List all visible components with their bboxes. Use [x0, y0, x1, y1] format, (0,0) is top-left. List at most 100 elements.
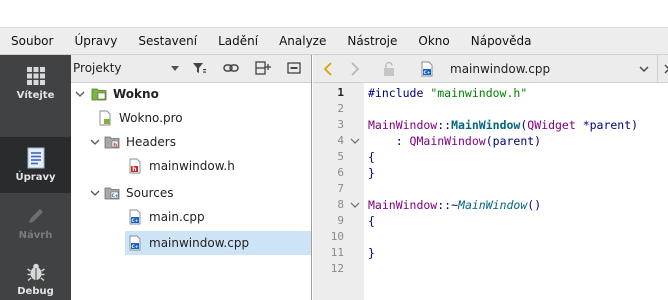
code-line-4: : QMainWindow(parent) [368, 133, 541, 149]
operator-token: :: [437, 118, 452, 132]
line-number: 6 [337, 166, 344, 179]
svg-text:h: h [113, 142, 117, 148]
code-editor[interactable]: 1 2 3 4 5 6 7 8 9 10 11 12 #include "mai… [313, 83, 668, 300]
title-bar [0, 0, 668, 28]
code-token: *parent) [575, 118, 639, 132]
menu-build[interactable]: Sestavení [127, 28, 207, 55]
svg-text:C+: C+ [112, 193, 119, 199]
headers-folder-icon: h [104, 134, 120, 150]
sources-folder-icon: C+ [104, 185, 120, 201]
tree-item-label: Sources [126, 186, 174, 200]
type-token: QWidget [527, 118, 576, 132]
chevron-left-icon [323, 62, 332, 76]
close-icon [664, 64, 668, 74]
mode-label: Úpravy [15, 172, 56, 183]
projects-toolbar: Projekty [71, 55, 311, 83]
line-number: 11 [330, 246, 344, 259]
code-line-8: MainWindow::~MainWindow() [368, 197, 541, 213]
line-number: 7 [337, 182, 344, 195]
chevron-down-icon [75, 91, 85, 97]
class-token: QMainWindow [409, 134, 486, 148]
view-selector-label: Projekty [73, 61, 122, 75]
forward-button[interactable] [350, 62, 360, 79]
tree-item-header-file[interactable]: h mainwindow.h [127, 154, 311, 178]
split-button[interactable] [253, 59, 273, 79]
pencil-icon [25, 205, 47, 227]
menu-file[interactable]: Soubor [0, 28, 63, 55]
bug-icon [25, 261, 47, 283]
function-token: MainWindow [458, 198, 528, 212]
tree-item-pro-file[interactable]: Wokno.pro [97, 106, 311, 130]
divider [657, 55, 658, 83]
header-file-icon: h [127, 158, 143, 174]
mode-bar: Vítejte Úpravy Návrh Debug [0, 55, 71, 300]
link-icon [223, 62, 239, 77]
line-number: 8 [337, 198, 344, 211]
menu-edit[interactable]: Úpravy [63, 28, 127, 55]
line-number: 3 [337, 118, 344, 131]
line-number: 2 [337, 102, 344, 115]
open-docs-dropdown[interactable] [639, 63, 649, 78]
fold-marker-icon[interactable] [350, 133, 360, 149]
tree-item-cpp-file[interactable]: C+ main.cpp [127, 205, 311, 229]
mode-debug[interactable]: Debug [0, 251, 71, 300]
mode-label: Vítejte [16, 90, 55, 101]
tree-item-sources[interactable]: C+ Sources [90, 181, 311, 205]
close-sidebar-button[interactable] [284, 59, 304, 79]
link-with-editor-button[interactable] [221, 59, 241, 79]
document-edit-icon [25, 147, 47, 169]
svg-text:C+: C+ [132, 244, 139, 250]
chevron-down-icon [171, 66, 179, 71]
svg-text:h: h [132, 166, 136, 173]
menu-window[interactable]: Okno [407, 28, 459, 55]
collapse-panel-icon [287, 61, 301, 77]
open-file-selector[interactable]: mainwindow.cpp [450, 55, 550, 83]
view-selector[interactable]: Projekty [71, 55, 183, 82]
menu-debug[interactable]: Ladění [207, 28, 268, 55]
cpp-file-icon: C+ [127, 209, 143, 225]
grid-icon [25, 65, 47, 87]
line-number: 4 [337, 134, 344, 147]
class-token: MainWindow [368, 198, 438, 212]
code-line-9: { [368, 214, 375, 228]
tree-item-cpp-file-selected[interactable]: C+ mainwindow.cpp [125, 231, 311, 255]
tree-item-project[interactable]: Wokno [75, 82, 311, 106]
menu-tools[interactable]: Nástroje [336, 28, 407, 55]
code-line-3: MainWindow::MainWindow(QWidget *parent) [368, 117, 638, 133]
tree-item-label: main.cpp [149, 210, 205, 224]
chevron-down-icon [90, 190, 100, 196]
tree-item-label: Headers [126, 135, 176, 149]
operator-token: ::~ [437, 198, 459, 212]
punct-token: () [527, 198, 542, 212]
tree-item-label: mainwindow.cpp [149, 236, 250, 250]
svg-text:C+: C+ [132, 218, 139, 224]
filter-button[interactable] [189, 59, 209, 79]
mode-edit[interactable]: Úpravy [0, 137, 71, 193]
line-number: 1 [337, 86, 344, 99]
fold-marker-icon[interactable] [350, 197, 360, 213]
menu-analyze[interactable]: Analyze [268, 28, 336, 55]
mode-design[interactable]: Návrh [0, 195, 71, 251]
chevron-right-icon [351, 62, 360, 76]
line-number: 5 [337, 150, 344, 163]
mode-welcome[interactable]: Vítejte [0, 55, 71, 111]
tree-item-label: mainwindow.h [149, 159, 235, 173]
function-token: MainWindow [451, 118, 521, 132]
chevron-down-icon [639, 66, 649, 72]
svg-text:C+: C+ [424, 70, 431, 76]
cpp-file-icon: C+ [419, 61, 435, 80]
mode-label: Debug [17, 286, 54, 297]
code-token: : [368, 134, 410, 148]
line-number: 10 [330, 230, 344, 243]
close-document-button[interactable] [664, 63, 668, 77]
lock-icon [382, 61, 396, 80]
split-add-icon [255, 60, 271, 78]
back-button[interactable] [323, 62, 333, 79]
code-line-6: } [368, 166, 375, 180]
code-line-1: #include "mainwindow.h" [368, 85, 527, 101]
menu-help[interactable]: Nápověda [460, 28, 542, 55]
line-number: 9 [337, 214, 344, 227]
tree-item-headers[interactable]: h Headers [90, 130, 311, 154]
tree-item-label: Wokno.pro [119, 111, 183, 125]
cpp-file-icon: C+ [127, 235, 143, 251]
